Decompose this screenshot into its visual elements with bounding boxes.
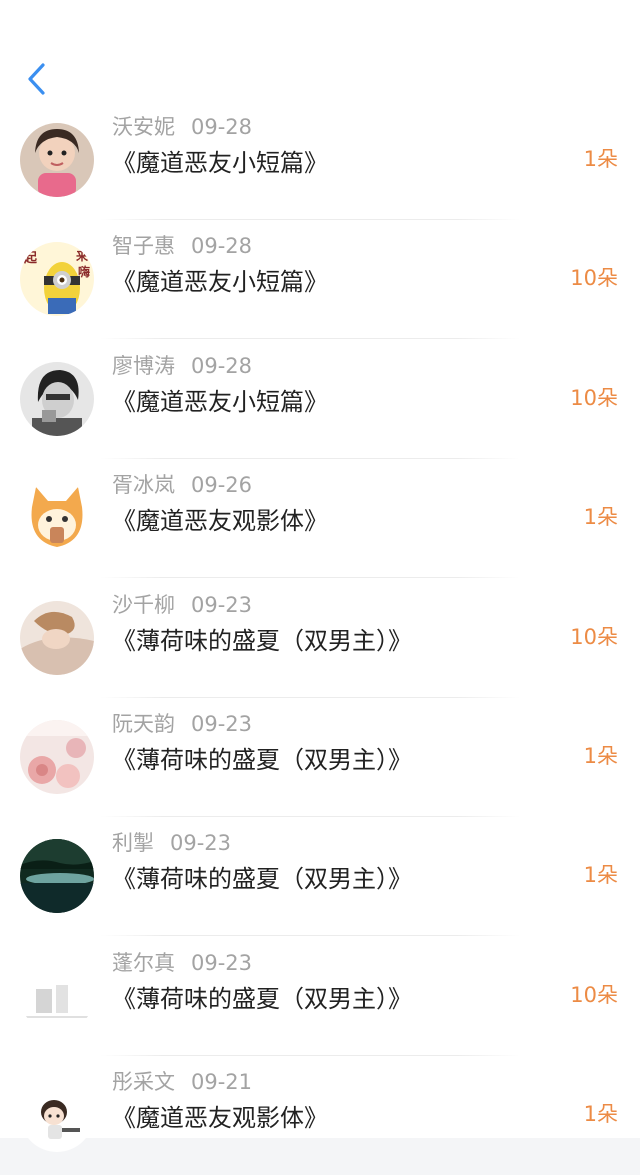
sender-name: 廖博涛 — [112, 354, 175, 378]
flower-count: 1朵 — [583, 744, 618, 768]
divider — [100, 577, 520, 578]
sender-meta: 沙千柳 09-23 — [112, 589, 252, 619]
list-item[interactable]: 胥冰岚 09-26 《魔道恶友观影体》 1朵 — [0, 459, 640, 578]
sender-meta: 智子惠 09-28 — [112, 230, 252, 260]
flowers-avatar — [20, 720, 94, 794]
flower-count: 10朵 — [570, 266, 618, 290]
list-item[interactable]: 廖博涛 09-28 《魔道恶友小短篇》 10朵 — [0, 340, 640, 459]
chibi-girl-avatar — [20, 1078, 94, 1152]
avatar[interactable] — [20, 601, 94, 675]
book-title: 《薄荷味的盛夏（双男主）》 — [112, 865, 412, 893]
book-title: 《魔道恶友观影体》 — [112, 507, 328, 535]
gift-date: 09-28 — [191, 115, 253, 139]
sender-meta: 廖博涛 09-28 — [112, 350, 252, 380]
list-item[interactable]: 蓬尔真 09-23 《薄荷味的盛夏（双男主）》 10朵 — [0, 937, 640, 1056]
sender-name: 蓬尔真 — [112, 951, 175, 975]
flower-count: 1朵 — [583, 1102, 618, 1126]
cartoon-cat-avatar — [20, 481, 94, 555]
book-title: 《魔道恶友小短篇》 — [112, 388, 328, 416]
svg-text:嗨: 嗨 — [78, 264, 90, 279]
sender-meta: 蓬尔真 09-23 — [112, 947, 252, 977]
flower-count: 10朵 — [570, 625, 618, 649]
sender-name: 彤采文 — [112, 1070, 175, 1094]
avatar[interactable] — [20, 720, 94, 794]
book-title: 《薄荷味的盛夏（双男主）》 — [112, 746, 412, 774]
book-title: 《魔道恶友小短篇》 — [112, 149, 328, 177]
gift-date: 09-23 — [191, 712, 253, 736]
gift-date: 09-23 — [191, 951, 253, 975]
sender-name: 沙千柳 — [112, 593, 175, 617]
dark-landscape-avatar — [20, 839, 94, 913]
list-item[interactable]: 起 来嗨 智子惠 09-28 《魔道恶友小短篇》 10朵 — [0, 220, 640, 339]
sender-name: 阮天韵 — [112, 712, 175, 736]
avatar[interactable]: 起 来嗨 — [20, 242, 94, 316]
gift-date: 09-21 — [191, 1070, 253, 1094]
sender-meta: 沃安妮 09-28 — [112, 111, 252, 141]
back-button[interactable] — [18, 58, 54, 100]
book-title: 《薄荷味的盛夏（双男主）》 — [112, 985, 412, 1013]
sender-meta: 利掣 09-23 — [112, 827, 231, 857]
list-item[interactable]: 阮天韵 09-23 《薄荷味的盛夏（双男主）》 1朵 — [0, 698, 640, 817]
list-item[interactable]: 沙千柳 09-23 《薄荷味的盛夏（双男主）》 10朵 — [0, 579, 640, 698]
book-title: 《薄荷味的盛夏（双男主）》 — [112, 627, 412, 655]
sender-meta: 胥冰岚 09-26 — [112, 469, 252, 499]
book-title: 《魔道恶友小短篇》 — [112, 268, 328, 296]
faded-sketch-avatar — [20, 959, 94, 1033]
gift-date: 09-26 — [191, 473, 253, 497]
bw-portrait-avatar — [20, 362, 94, 436]
gift-date: 09-23 — [191, 593, 253, 617]
sender-name: 胥冰岚 — [112, 473, 175, 497]
divider — [100, 935, 520, 936]
sender-name: 智子惠 — [112, 234, 175, 258]
flower-count: 1朵 — [583, 863, 618, 887]
sender-name: 沃安妮 — [112, 115, 175, 139]
list-item[interactable]: 沃安妮 09-28 《魔道恶友小短篇》 1朵 — [0, 101, 640, 220]
avatar[interactable] — [20, 362, 94, 436]
list-item[interactable]: 彤采文 09-21 《魔道恶友观影体》 1朵 — [0, 1056, 640, 1175]
woman-photo-avatar — [20, 601, 94, 675]
list-item[interactable]: 利掣 09-23 《薄荷味的盛夏（双男主）》 1朵 — [0, 817, 640, 936]
girl-photo-avatar — [20, 123, 94, 197]
minion-avatar: 起 来嗨 — [20, 242, 94, 316]
avatar[interactable] — [20, 839, 94, 913]
avatar[interactable] — [20, 481, 94, 555]
avatar[interactable] — [20, 959, 94, 1033]
sender-meta: 彤采文 09-21 — [112, 1066, 252, 1096]
sender-meta: 阮天韵 09-23 — [112, 708, 252, 738]
book-title: 《魔道恶友观影体》 — [112, 1104, 328, 1132]
gift-date: 09-28 — [191, 234, 253, 258]
chevron-left-icon — [28, 63, 45, 95]
gift-list: 沃安妮 09-28 《魔道恶友小短篇》 1朵起来嗨智子惠 09-28 《魔道恶友小短篇》 1… — [0, 0, 640, 1152]
sender-name: 利掣 — [112, 831, 154, 855]
svg-text:起: 起 — [23, 250, 38, 266]
top-bar — [0, 0, 638, 112]
gift-date: 09-28 — [191, 354, 253, 378]
avatar[interactable] — [20, 123, 94, 197]
flower-count: 1朵 — [583, 147, 618, 171]
flower-count: 10朵 — [570, 386, 618, 410]
gift-date: 09-23 — [170, 831, 232, 855]
divider — [100, 338, 520, 339]
avatar[interactable] — [20, 1078, 94, 1152]
svg-text:来: 来 — [75, 248, 89, 263]
flower-count: 1朵 — [583, 505, 618, 529]
flower-count: 10朵 — [570, 983, 618, 1007]
